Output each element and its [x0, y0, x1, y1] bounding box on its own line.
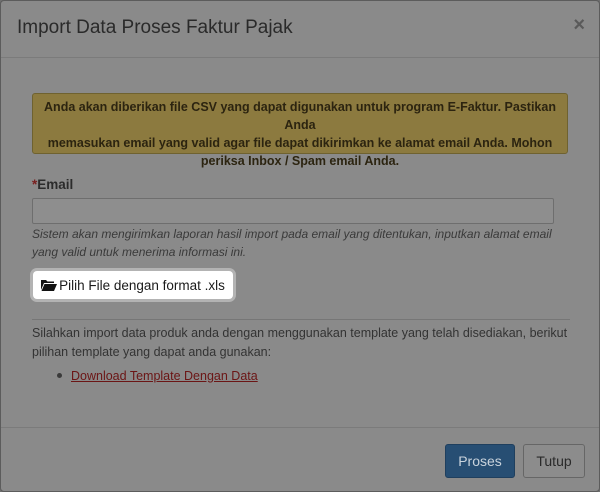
- email-help-text: Sistem akan mengirimkan laporan hasil im…: [32, 225, 562, 261]
- info-line: Silahkan import data produk anda dengan …: [32, 326, 568, 340]
- email-label: *Email: [32, 177, 73, 192]
- modal-title: Import Data Proses Faktur Pajak: [17, 17, 293, 38]
- help-line: yang valid untuk menerima informasi ini.: [32, 245, 247, 259]
- template-info-text: Silahkan import data produk anda dengan …: [32, 324, 572, 362]
- modal-header: Import Data Proses Faktur Pajak ×: [1, 1, 599, 58]
- tutup-button[interactable]: Tutup: [523, 444, 585, 478]
- info-line: pilihan template yang dapat anda gunakan…: [32, 345, 272, 359]
- import-faktur-modal: Import Data Proses Faktur Pajak × Anda a…: [0, 0, 600, 492]
- warning-alert: Anda akan diberikan file CSV yang dapat …: [32, 93, 568, 168]
- alert-line: memasukan email yang valid agar file dap…: [47, 136, 553, 150]
- list-item: Download Template Dengan Data: [57, 369, 258, 383]
- folder-open-icon: [41, 279, 58, 291]
- proses-button[interactable]: Proses: [445, 444, 515, 478]
- divider: [32, 319, 570, 320]
- modal-footer: Proses Tutup: [1, 427, 599, 491]
- template-list: Download Template Dengan Data: [57, 369, 258, 383]
- alert-line: Anda akan diberikan file CSV yang dapat …: [44, 100, 556, 132]
- close-button[interactable]: ×: [573, 13, 585, 37]
- alert-line: periksa Inbox / Spam email Anda.: [200, 154, 400, 168]
- choose-file-label: Pilih File dengan format .xls: [59, 277, 225, 293]
- help-line: Sistem akan mengirimkan laporan hasil im…: [32, 227, 552, 241]
- download-template-link[interactable]: Download Template Dengan Data: [71, 369, 258, 383]
- choose-file-button[interactable]: Pilih File dengan format .xls: [33, 271, 233, 299]
- email-label-text: Email: [37, 177, 74, 192]
- email-input[interactable]: [32, 198, 554, 224]
